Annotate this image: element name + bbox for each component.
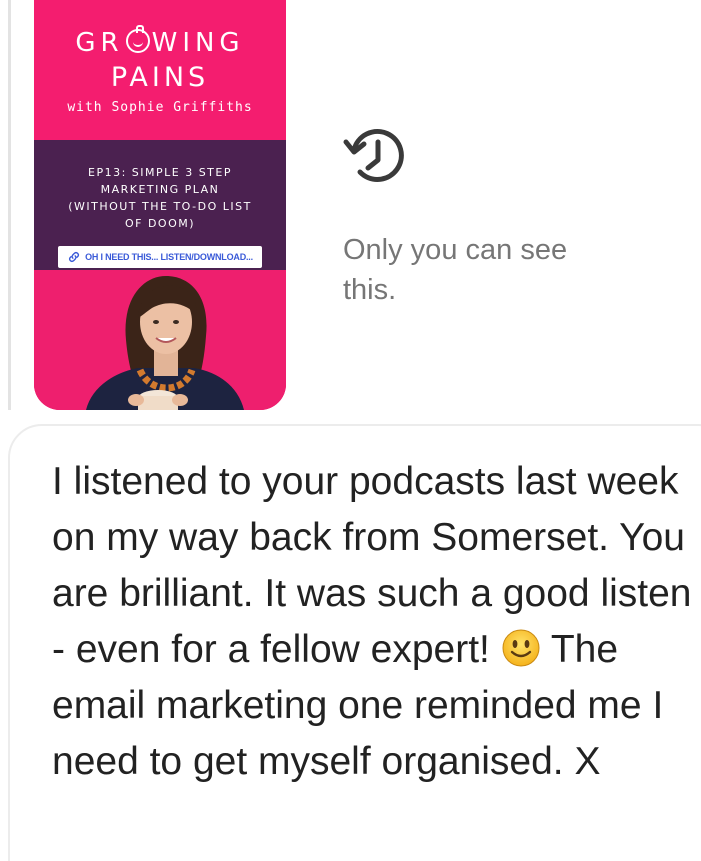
brand-title-growing: GR WING [75,25,245,58]
link-sticker-label: OH I NEED THIS... LISTEN/DOWNLOAD... [85,252,253,262]
baby-face-icon [125,25,150,53]
story-reply-preview[interactable]: GR WING PAINS with Sophie Griffiths EP13:… [34,0,286,410]
host-photo [34,270,286,410]
reply-indicator-bar [8,0,11,410]
link-sticker[interactable]: OH I NEED THIS... LISTEN/DOWNLOAD... [58,246,262,268]
brand-byline: with Sophie Griffiths [67,100,253,115]
episode-band: EP13: SIMPLE 3 STEP MARKETING PLAN (WITH… [34,140,286,270]
episode-title: EP13: SIMPLE 3 STEP MARKETING PLAN (WITH… [68,166,252,230]
dm-thread: GR WING PAINS with Sophie Griffiths EP13:… [0,0,701,861]
link-icon [69,252,80,262]
slightly-smiling-face-emoji [502,629,540,667]
history-icon [343,128,404,182]
message-text: I listened to your podcasts last week on… [52,454,697,790]
visibility-note: Only you can see this. [343,234,568,306]
story-header-area: GR WING PAINS with Sophie Griffiths [34,0,286,140]
brand-title-pains: PAINS [110,62,210,93]
